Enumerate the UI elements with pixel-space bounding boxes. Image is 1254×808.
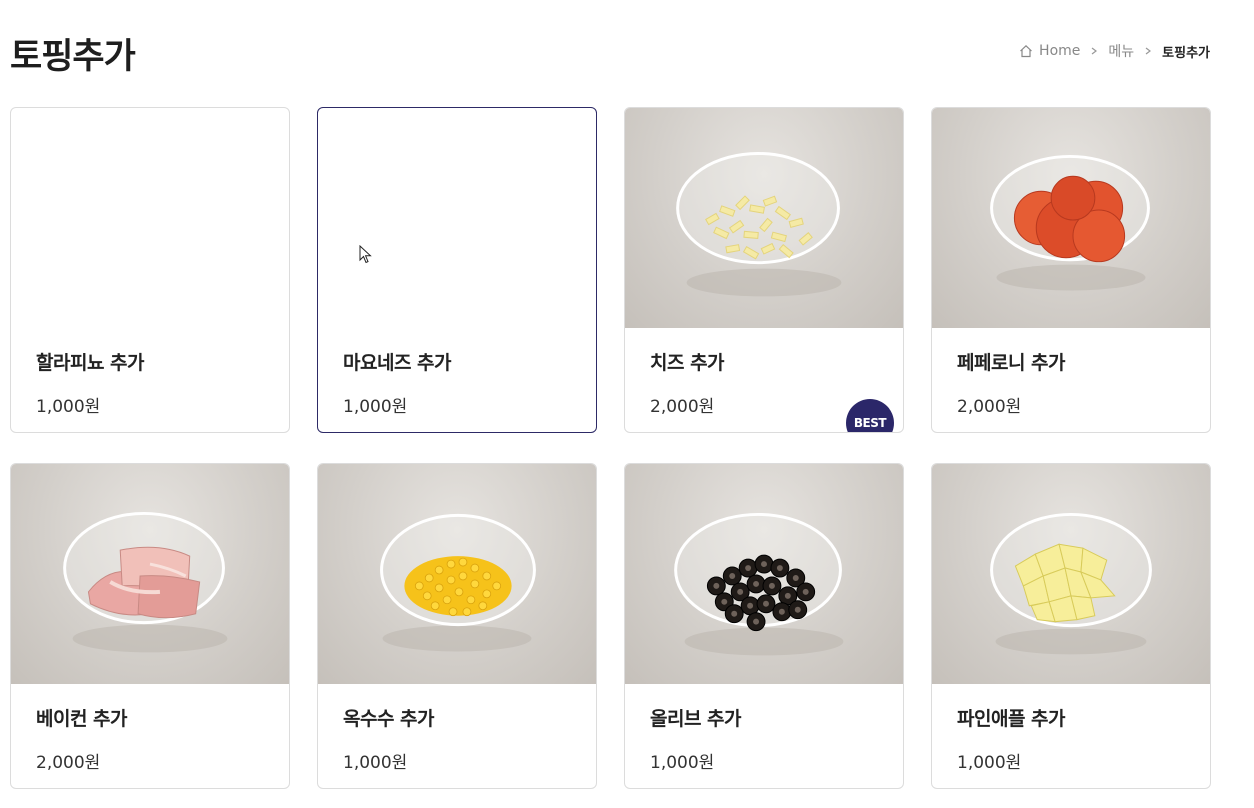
pepperoni-bowl-illustration [990, 154, 1150, 291]
cheese-bowl-illustration [676, 151, 842, 297]
bacon-bowl-illustration [63, 511, 228, 653]
product-grid: 할라피뇨 추가 1,000원 마요네즈 추가 1,000원 BEST 치즈 추가… [10, 107, 1211, 789]
chevron-right-icon [1092, 47, 1098, 55]
home-icon [1020, 44, 1032, 58]
breadcrumb-home-link[interactable]: Home [1019, 43, 1080, 59]
product-card-pineapple[interactable]: 파인애플 추가 1,000원 [931, 463, 1211, 789]
breadcrumb-menu-link[interactable]: 메뉴 [1108, 41, 1134, 61]
pepperoni-bowl-image [932, 108, 1210, 328]
breadcrumb-home-label: Home [1039, 43, 1081, 59]
product-price: 2,000원 [957, 397, 1022, 417]
cheese-bowl-image [625, 108, 903, 328]
product-card-corn[interactable]: 옥수수 추가 1,000원 [317, 463, 597, 789]
product-name: 마요네즈 추가 [343, 352, 452, 374]
best-badge: BEST [846, 399, 894, 432]
product-image-empty [11, 108, 289, 328]
product-price: 2,000원 [650, 397, 715, 417]
chevron-right-icon [1145, 47, 1152, 55]
olive-bowl-image [625, 464, 903, 684]
page-title: 토핑추가 [10, 37, 136, 77]
breadcrumb-current: 토핑추가 [1162, 45, 1210, 61]
product-name: 옥수수 추가 [343, 708, 435, 730]
product-name: 올리브 추가 [650, 708, 742, 730]
corn-bowl-image [318, 464, 596, 684]
product-card-jalapeno[interactable]: 할라피뇨 추가 1,000원 [10, 107, 290, 433]
product-price: 1,000원 [343, 753, 408, 773]
mouse-pointer-icon [359, 245, 372, 264]
product-card-cheese[interactable]: BEST 치즈 추가 2,000원 [624, 107, 904, 433]
breadcrumb: Home 메뉴 토핑추가 [1019, 41, 1210, 61]
product-price: 1,000원 [36, 397, 101, 417]
bacon-bowl-image [11, 464, 289, 684]
product-image-empty [318, 108, 596, 328]
corn-bowl-illustration [380, 513, 536, 652]
product-card-mayonnaise[interactable]: 마요네즈 추가 1,000원 [317, 107, 597, 433]
product-price: 1,000원 [957, 753, 1022, 773]
product-name: 치즈 추가 [650, 352, 725, 374]
product-card-pepperoni[interactable]: 페페로니 추가 2,000원 [931, 107, 1211, 433]
product-price: 2,000원 [36, 753, 101, 773]
product-name: 파인애플 추가 [957, 708, 1066, 730]
pineapple-bowl-image [932, 464, 1210, 684]
product-name: 베이컨 추가 [36, 708, 128, 730]
product-card-olive[interactable]: 올리브 추가 1,000원 [624, 463, 904, 789]
olive-bowl-illustration [674, 512, 844, 656]
pineapple-bowl-illustration [990, 512, 1152, 655]
product-name: 할라피뇨 추가 [36, 352, 145, 374]
product-card-bacon[interactable]: 베이컨 추가 2,000원 [10, 463, 290, 789]
product-price: 1,000원 [343, 397, 408, 417]
product-name: 페페로니 추가 [957, 352, 1066, 374]
product-price: 1,000원 [650, 753, 715, 773]
